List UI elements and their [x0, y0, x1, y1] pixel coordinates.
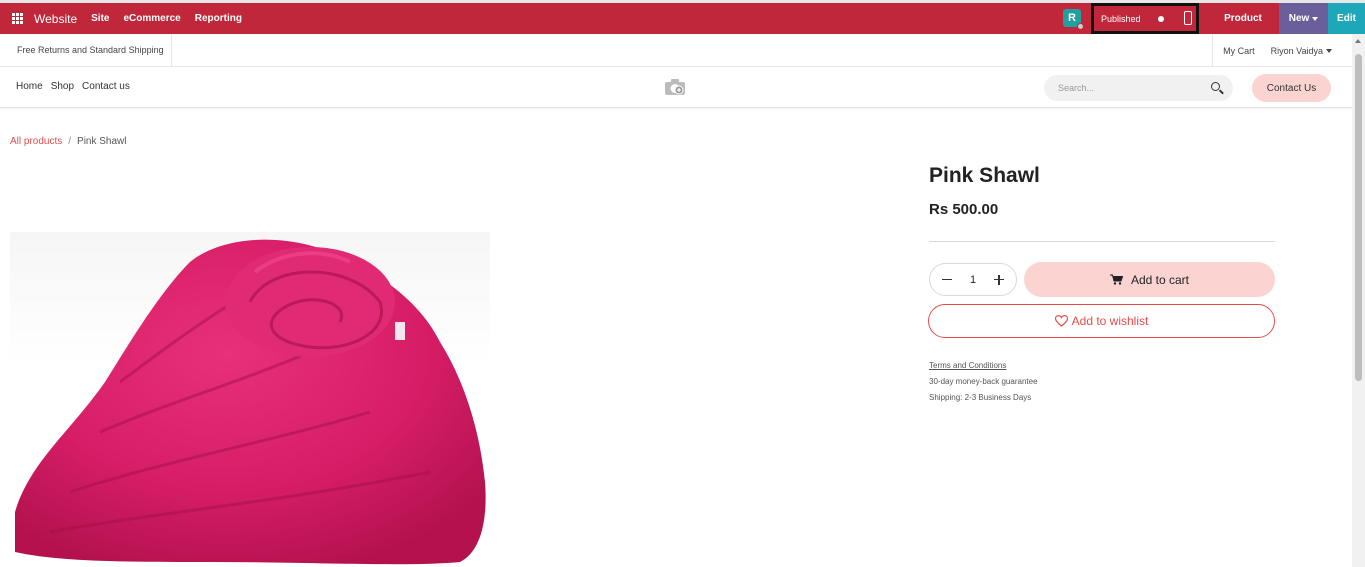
user-menu[interactable]: Riyon Vaidya	[1263, 46, 1352, 56]
heart-icon	[1054, 315, 1068, 327]
quantity-stepper: 1	[929, 263, 1017, 296]
menu-ecommerce[interactable]: eCommerce	[123, 13, 180, 24]
nav-contact[interactable]: Contact us	[82, 81, 130, 92]
plus-icon[interactable]	[994, 274, 1004, 285]
breadcrumb-all-products[interactable]: All products	[10, 136, 62, 147]
breadcrumb: All products / Pink Shawl	[10, 136, 127, 147]
published-label: Published	[1101, 13, 1141, 24]
mobile-preview-icon[interactable]	[1184, 11, 1192, 25]
site-navbar: Home Shop Contact us Search... Contact U…	[0, 67, 1352, 108]
product-price: Rs 500.00	[929, 201, 999, 218]
apps-menu-icon[interactable]	[0, 3, 34, 34]
add-to-wishlist-button[interactable]: Add to wishlist	[928, 304, 1275, 338]
user-avatar-icon[interactable]: R	[1063, 9, 1084, 30]
divider	[929, 241, 1275, 242]
add-to-cart-label: Add to cart	[1130, 272, 1190, 287]
announcement-bar: Free Returns and Standard Shipping My Ca…	[0, 33, 1352, 67]
menu-site[interactable]: Site	[91, 13, 109, 24]
product-title: Pink Shawl	[929, 164, 1040, 187]
minus-icon[interactable]	[942, 278, 952, 281]
pink-shawl-image	[15, 239, 486, 565]
search-placeholder: Search...	[1058, 83, 1095, 93]
new-button[interactable]: New	[1279, 3, 1328, 34]
nav-home[interactable]: Home	[16, 81, 43, 92]
shipping-time-text: Shipping: 2-3 Business Days	[929, 393, 1032, 402]
guarantee-text: 30-day money-back guarantee	[929, 377, 1038, 386]
product-button-label: Product	[1224, 13, 1262, 24]
new-button-label: New	[1288, 13, 1310, 24]
scroll-thumb[interactable]	[1355, 54, 1362, 381]
chevron-down-icon	[1312, 16, 1319, 21]
nav-shop[interactable]: Shop	[51, 81, 74, 92]
status-dot	[1077, 23, 1084, 30]
contact-us-button[interactable]: Contact Us	[1252, 74, 1331, 102]
scroll-up-icon[interactable]	[1355, 39, 1361, 43]
camera-logo-icon[interactable]	[664, 78, 686, 96]
published-toggle[interactable]: Published	[1091, 3, 1199, 34]
product-button[interactable]: Product	[1207, 3, 1279, 34]
app-brand[interactable]: Website	[34, 12, 77, 26]
add-to-cart-button[interactable]: Add to cart	[1024, 262, 1275, 297]
edit-button-label: Edit	[1337, 13, 1356, 24]
publish-toggle-icon[interactable]	[1158, 16, 1164, 22]
search-input[interactable]: Search...	[1044, 75, 1233, 101]
quantity-value[interactable]: 1	[970, 274, 976, 286]
chevron-down-icon	[1326, 48, 1332, 53]
cart-icon	[1109, 274, 1123, 285]
admin-topbar: Website Site eCommerce Reporting R Publi…	[0, 0, 1365, 34]
menu-reporting[interactable]: Reporting	[195, 13, 242, 24]
my-cart-link[interactable]: My Cart	[1212, 34, 1263, 67]
search-icon[interactable]	[1211, 82, 1220, 91]
breadcrumb-separator: /	[68, 136, 72, 147]
avatar-letter: R	[1068, 12, 1076, 24]
user-name: Riyon Vaidya	[1270, 45, 1323, 56]
page-scrollbar[interactable]	[1352, 34, 1365, 567]
terms-link[interactable]: Terms and Conditions	[929, 361, 1006, 370]
add-to-wishlist-label: Add to wishlist	[1071, 314, 1149, 328]
breadcrumb-current: Pink Shawl	[77, 136, 127, 147]
edit-button[interactable]: Edit	[1328, 3, 1365, 34]
shipping-notice: Free Returns and Standard Shipping	[0, 33, 172, 67]
product-image[interactable]	[10, 232, 490, 567]
